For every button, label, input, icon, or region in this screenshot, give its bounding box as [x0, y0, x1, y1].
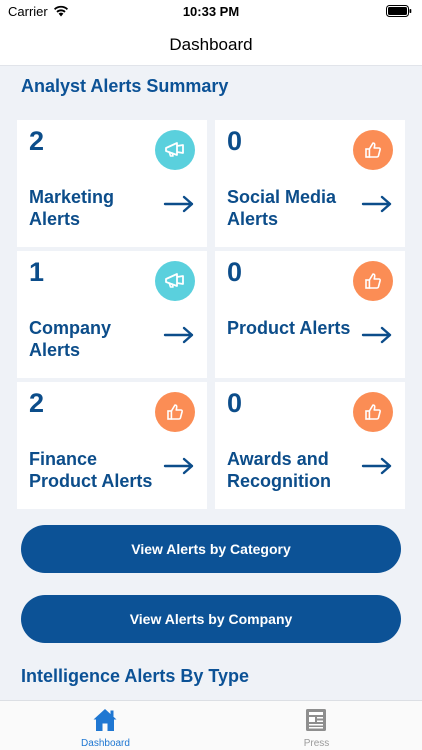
alert-label: Awards and Recognition — [227, 449, 331, 491]
alert-card-social-media[interactable]: 0 Social Media Alerts — [215, 120, 405, 247]
status-bar: Carrier 10:33 PM — [0, 0, 422, 24]
alert-count: 2 — [29, 388, 45, 418]
alert-label: Company Alerts — [29, 318, 112, 360]
thumbs-up-icon — [353, 261, 393, 301]
arrow-right-icon — [163, 326, 194, 344]
alert-card-product[interactable]: 0 Product Alerts — [215, 251, 405, 378]
megaphone-icon — [155, 261, 195, 301]
alert-label: Product Alerts — [227, 318, 351, 338]
alert-label: Social Media Alerts — [227, 187, 337, 229]
arrow-right-icon — [361, 326, 392, 344]
newspaper-icon — [306, 709, 326, 731]
alert-count: 1 — [29, 257, 45, 287]
home-icon — [93, 709, 117, 731]
battery-icon — [386, 5, 412, 17]
tab-dashboard-label: Dashboard — [81, 738, 130, 749]
alert-label: Marketing Alerts — [29, 187, 115, 229]
nav-bar: Dashboard — [0, 24, 422, 66]
arrow-right-icon — [163, 457, 194, 475]
status-time: 10:33 PM — [182, 4, 240, 19]
alert-card-company[interactable]: 1 Company Alerts — [17, 251, 207, 378]
alert-card-marketing[interactable]: 2 Marketing Alerts — [17, 120, 207, 247]
thumbs-up-icon — [353, 392, 393, 432]
alert-count: 0 — [227, 257, 243, 287]
alert-count: 0 — [227, 388, 243, 418]
arrow-right-icon — [361, 457, 392, 475]
tab-press-label: Press — [303, 738, 330, 749]
megaphone-icon — [155, 130, 195, 170]
section-title-intelligence: Intelligence Alerts By Type — [21, 666, 250, 686]
thumbs-up-icon — [155, 392, 195, 432]
view-alerts-by-category-button[interactable]: View Alerts by Category — [21, 525, 401, 573]
alert-count: 0 — [227, 126, 243, 156]
tab-dashboard[interactable]: Dashboard — [0, 701, 211, 750]
view-alerts-by-company-button[interactable]: View Alerts by Company — [21, 595, 401, 643]
page-title: Dashboard — [169, 35, 253, 54]
arrow-right-icon — [163, 195, 194, 213]
alert-label: Finance Product Alerts — [29, 449, 153, 491]
alert-card-awards-recognition[interactable]: 0 Awards and Recognition — [215, 382, 405, 509]
tab-bar: Dashboard Press — [0, 700, 422, 750]
alert-count: 2 — [29, 126, 45, 156]
alert-card-finance-product[interactable]: 2 Finance Product Alerts — [17, 382, 207, 509]
thumbs-up-icon — [353, 130, 393, 170]
section-title-summary: Analyst Alerts Summary — [21, 76, 229, 96]
tab-press[interactable]: Press — [211, 701, 422, 750]
arrow-right-icon — [361, 195, 392, 213]
